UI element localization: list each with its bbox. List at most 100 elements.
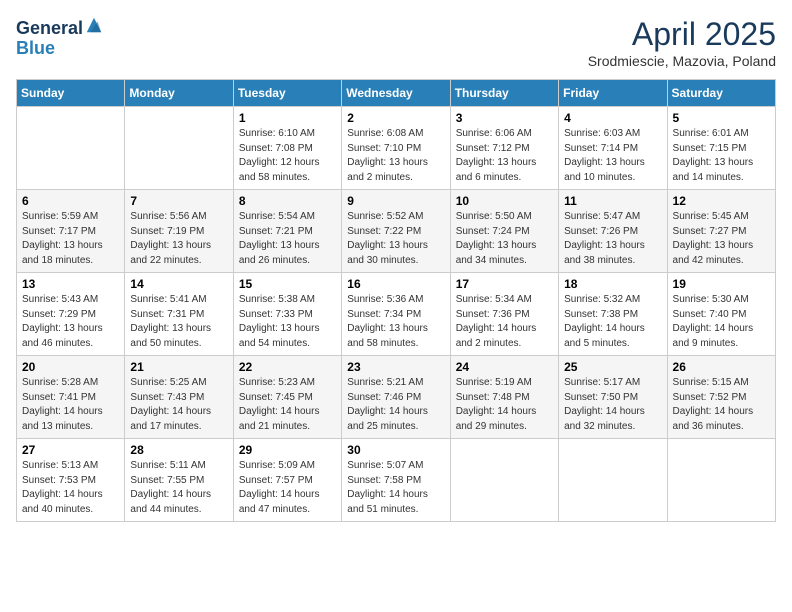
calendar-cell: 10Sunrise: 5:50 AM Sunset: 7:24 PM Dayli…	[450, 190, 558, 273]
calendar-week-row: 27 Sunrise: 5:13 AM Sunset: 7:53 PM Dayli…	[17, 439, 776, 522]
day-number: 9	[347, 194, 444, 208]
calendar-cell: 15 Sunrise: 5:38 AM Sunset: 7:33 PM Dayli…	[233, 273, 341, 356]
day-detail: Sunrise: 5:54 AM Sunset: 7:21 PM Dayligh…	[239, 210, 336, 268]
day-of-week-header: Sunday	[17, 80, 125, 107]
calendar-week-row: 20 Sunrise: 5:28 AM Sunset: 7:41 PM Dayli…	[17, 356, 776, 439]
calendar-cell: 14Sunrise: 5:41 AM Sunset: 7:31 PM Dayli…	[125, 273, 233, 356]
day-number: 21	[130, 360, 227, 374]
day-detail: Sunrise: 5:34 AM Sunset: 7:36 PM Dayligh…	[456, 293, 553, 351]
calendar-cell: 2 Sunrise: 6:08 AM Sunset: 7:10 PM Daylig…	[342, 107, 450, 190]
day-of-week-header: Friday	[559, 80, 667, 107]
day-detail: Sunrise: 6:01 AM Sunset: 7:15 PM Dayligh…	[673, 127, 770, 185]
day-of-week-header: Wednesday	[342, 80, 450, 107]
calendar-week-row: 1 Sunrise: 6:10 AM Sunset: 7:08 PM Daylig…	[17, 107, 776, 190]
day-detail: Sunrise: 5:47 AM Sunset: 7:26 PM Dayligh…	[564, 210, 661, 268]
logo-blue: Blue	[16, 38, 55, 58]
calendar-cell: 4 Sunrise: 6:03 AM Sunset: 7:14 PM Daylig…	[559, 107, 667, 190]
day-number: 3	[456, 111, 553, 125]
calendar-cell: 23 Sunrise: 5:21 AM Sunset: 7:46 PM Dayli…	[342, 356, 450, 439]
day-detail: Sunrise: 5:56 AM Sunset: 7:19 PM Dayligh…	[130, 210, 227, 268]
day-detail: Sunrise: 5:19 AM Sunset: 7:48 PM Dayligh…	[456, 376, 553, 434]
calendar-cell	[450, 439, 558, 522]
calendar-cell: 6 Sunrise: 5:59 AM Sunset: 7:17 PM Daylig…	[17, 190, 125, 273]
day-number: 10	[456, 194, 553, 208]
day-number: 11	[564, 194, 661, 208]
day-number: 20	[22, 360, 119, 374]
calendar-table: SundayMondayTuesdayWednesdayThursdayFrid…	[16, 79, 776, 522]
calendar-cell	[125, 107, 233, 190]
day-detail: Sunrise: 5:43 AM Sunset: 7:29 PM Dayligh…	[22, 293, 119, 351]
day-number: 26	[673, 360, 770, 374]
calendar-cell: 8 Sunrise: 5:54 AM Sunset: 7:21 PM Daylig…	[233, 190, 341, 273]
calendar-week-row: 6 Sunrise: 5:59 AM Sunset: 7:17 PM Daylig…	[17, 190, 776, 273]
logo-icon	[85, 16, 103, 34]
calendar-cell: 1 Sunrise: 6:10 AM Sunset: 7:08 PM Daylig…	[233, 107, 341, 190]
calendar-cell	[559, 439, 667, 522]
day-detail: Sunrise: 6:08 AM Sunset: 7:10 PM Dayligh…	[347, 127, 444, 185]
day-detail: Sunrise: 5:07 AM Sunset: 7:58 PM Dayligh…	[347, 459, 444, 517]
calendar-week-row: 13Sunrise: 5:43 AM Sunset: 7:29 PM Dayli…	[17, 273, 776, 356]
calendar-cell: 29Sunrise: 5:09 AM Sunset: 7:57 PM Dayli…	[233, 439, 341, 522]
day-number: 18	[564, 277, 661, 291]
day-detail: Sunrise: 5:23 AM Sunset: 7:45 PM Dayligh…	[239, 376, 336, 434]
day-detail: Sunrise: 5:45 AM Sunset: 7:27 PM Dayligh…	[673, 210, 770, 268]
day-number: 8	[239, 194, 336, 208]
calendar-cell: 22 Sunrise: 5:23 AM Sunset: 7:45 PM Dayli…	[233, 356, 341, 439]
day-number: 4	[564, 111, 661, 125]
calendar-cell: 19 Sunrise: 5:30 AM Sunset: 7:40 PM Dayli…	[667, 273, 775, 356]
day-number: 27	[22, 443, 119, 457]
calendar-cell: 27 Sunrise: 5:13 AM Sunset: 7:53 PM Dayli…	[17, 439, 125, 522]
day-of-week-header: Monday	[125, 80, 233, 107]
day-number: 1	[239, 111, 336, 125]
day-number: 22	[239, 360, 336, 374]
day-detail: Sunrise: 5:28 AM Sunset: 7:41 PM Dayligh…	[22, 376, 119, 434]
logo: General Blue	[16, 16, 103, 59]
day-number: 25	[564, 360, 661, 374]
day-number: 17	[456, 277, 553, 291]
calendar-cell: 21Sunrise: 5:25 AM Sunset: 7:43 PM Dayli…	[125, 356, 233, 439]
day-detail: Sunrise: 6:03 AM Sunset: 7:14 PM Dayligh…	[564, 127, 661, 185]
calendar-cell: 28 Sunrise: 5:11 AM Sunset: 7:55 PM Dayli…	[125, 439, 233, 522]
header-row: SundayMondayTuesdayWednesdayThursdayFrid…	[17, 80, 776, 107]
calendar-cell: 11 Sunrise: 5:47 AM Sunset: 7:26 PM Dayli…	[559, 190, 667, 273]
calendar-cell: 16Sunrise: 5:36 AM Sunset: 7:34 PM Dayli…	[342, 273, 450, 356]
day-number: 12	[673, 194, 770, 208]
day-detail: Sunrise: 5:09 AM Sunset: 7:57 PM Dayligh…	[239, 459, 336, 517]
calendar-cell: 20 Sunrise: 5:28 AM Sunset: 7:41 PM Dayli…	[17, 356, 125, 439]
day-of-week-header: Tuesday	[233, 80, 341, 107]
day-number: 14	[130, 277, 227, 291]
calendar-cell	[667, 439, 775, 522]
day-number: 23	[347, 360, 444, 374]
title-area: April 2025 Srodmiescie, Mazovia, Poland	[588, 16, 776, 69]
calendar-cell: 25Sunrise: 5:17 AM Sunset: 7:50 PM Dayli…	[559, 356, 667, 439]
day-of-week-header: Thursday	[450, 80, 558, 107]
day-number: 28	[130, 443, 227, 457]
day-detail: Sunrise: 5:15 AM Sunset: 7:52 PM Dayligh…	[673, 376, 770, 434]
day-detail: Sunrise: 5:21 AM Sunset: 7:46 PM Dayligh…	[347, 376, 444, 434]
day-detail: Sunrise: 5:13 AM Sunset: 7:53 PM Dayligh…	[22, 459, 119, 517]
calendar-cell: 9Sunrise: 5:52 AM Sunset: 7:22 PM Daylig…	[342, 190, 450, 273]
day-number: 19	[673, 277, 770, 291]
logo-text: General Blue	[16, 16, 103, 59]
day-detail: Sunrise: 5:32 AM Sunset: 7:38 PM Dayligh…	[564, 293, 661, 351]
day-detail: Sunrise: 6:10 AM Sunset: 7:08 PM Dayligh…	[239, 127, 336, 185]
calendar-cell: 5Sunrise: 6:01 AM Sunset: 7:15 PM Daylig…	[667, 107, 775, 190]
day-detail: Sunrise: 5:30 AM Sunset: 7:40 PM Dayligh…	[673, 293, 770, 351]
day-detail: Sunrise: 5:59 AM Sunset: 7:17 PM Dayligh…	[22, 210, 119, 268]
page-header: General Blue April 2025 Srodmiescie, Maz…	[16, 16, 776, 69]
day-detail: Sunrise: 5:11 AM Sunset: 7:55 PM Dayligh…	[130, 459, 227, 517]
calendar-cell: 3 Sunrise: 6:06 AM Sunset: 7:12 PM Daylig…	[450, 107, 558, 190]
day-detail: Sunrise: 6:06 AM Sunset: 7:12 PM Dayligh…	[456, 127, 553, 185]
calendar-cell: 13Sunrise: 5:43 AM Sunset: 7:29 PM Dayli…	[17, 273, 125, 356]
month-title: April 2025	[588, 16, 776, 53]
day-number: 2	[347, 111, 444, 125]
day-of-week-header: Saturday	[667, 80, 775, 107]
calendar-cell: 18 Sunrise: 5:32 AM Sunset: 7:38 PM Dayli…	[559, 273, 667, 356]
day-number: 6	[22, 194, 119, 208]
day-detail: Sunrise: 5:38 AM Sunset: 7:33 PM Dayligh…	[239, 293, 336, 351]
calendar-cell: 26 Sunrise: 5:15 AM Sunset: 7:52 PM Dayli…	[667, 356, 775, 439]
day-number: 15	[239, 277, 336, 291]
location: Srodmiescie, Mazovia, Poland	[588, 53, 776, 69]
day-number: 30	[347, 443, 444, 457]
day-number: 16	[347, 277, 444, 291]
